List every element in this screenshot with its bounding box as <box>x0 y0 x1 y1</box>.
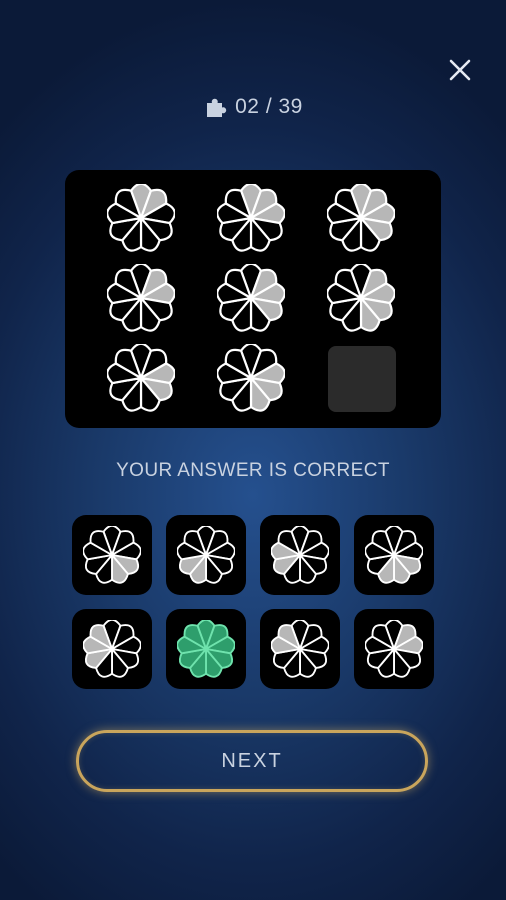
board-cell <box>217 184 285 252</box>
answer-option-selected[interactable] <box>166 609 246 689</box>
board-cell <box>107 264 175 332</box>
flower-icon <box>365 526 423 584</box>
flower-icon <box>107 264 175 332</box>
flower-icon <box>217 344 285 412</box>
answer-option[interactable] <box>354 609 434 689</box>
puzzle-counter-text: 02 / 39 <box>235 95 303 118</box>
puzzle-counter: 02 / 39 <box>0 92 506 122</box>
board-cell <box>107 184 175 252</box>
missing-piece-slot <box>328 346 396 412</box>
flower-icon <box>217 184 285 252</box>
flower-icon <box>271 526 329 584</box>
board-cell <box>217 344 285 412</box>
close-button[interactable] <box>444 54 476 86</box>
answer-option[interactable] <box>72 515 152 595</box>
board-cell <box>107 344 175 412</box>
board-cell <box>217 264 285 332</box>
answer-option[interactable] <box>260 515 340 595</box>
flower-icon <box>327 184 395 252</box>
flower-icon <box>365 620 423 678</box>
flower-icon <box>217 264 285 332</box>
flower-icon <box>107 344 175 412</box>
flower-icon <box>107 184 175 252</box>
flower-icon <box>83 620 141 678</box>
answer-option[interactable] <box>260 609 340 689</box>
puzzle-icon <box>203 94 229 120</box>
puzzle-board <box>65 170 441 428</box>
flower-icon <box>177 526 235 584</box>
answer-option[interactable] <box>166 515 246 595</box>
board-cell <box>327 264 395 332</box>
close-icon <box>449 59 471 81</box>
selected-flower-icon <box>177 620 235 678</box>
answer-status: YOUR ANSWER IS CORRECT <box>116 460 390 481</box>
flower-icon <box>83 526 141 584</box>
answer-option[interactable] <box>354 515 434 595</box>
flower-icon <box>327 264 395 332</box>
next-button[interactable]: NEXT <box>76 730 428 792</box>
answer-option[interactable] <box>72 609 152 689</box>
board-cell <box>327 184 395 252</box>
flower-icon <box>271 620 329 678</box>
